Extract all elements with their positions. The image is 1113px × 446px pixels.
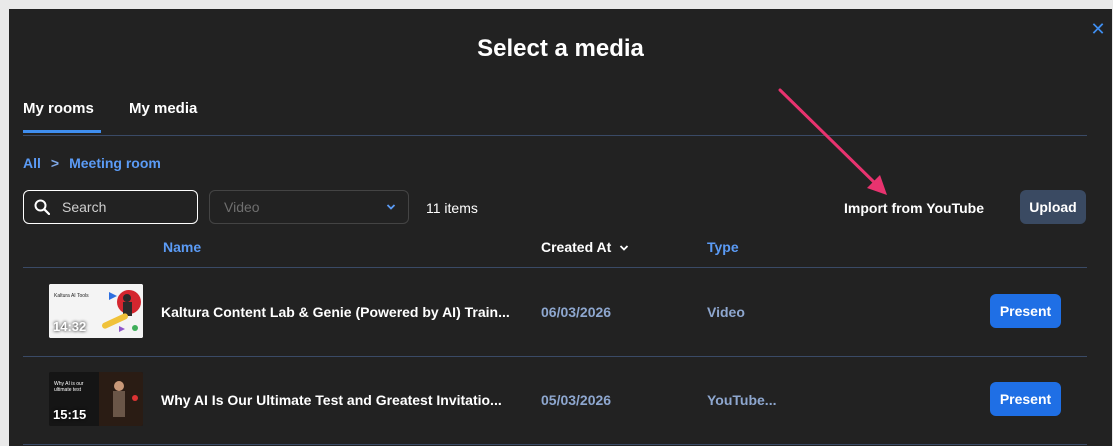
present-button[interactable]: Present xyxy=(990,382,1061,416)
created-at: 06/03/2026 xyxy=(541,304,612,320)
duration-badge: 14:32 xyxy=(53,319,87,334)
select-media-modal: Select a media ✕ My rooms My media All >… xyxy=(9,9,1112,446)
breadcrumb: All > Meeting room xyxy=(23,155,161,171)
thumbnail-caption: Why AI is our ultimate test xyxy=(54,381,84,393)
column-header-created-at[interactable]: Created At xyxy=(541,239,629,255)
search-icon xyxy=(34,199,50,215)
breadcrumb-separator: > xyxy=(50,155,60,171)
column-header-name[interactable]: Name xyxy=(163,239,201,255)
media-type: YouTube... xyxy=(707,392,777,408)
video-thumbnail: Why AI is our ultimate test 15:15 xyxy=(49,372,143,426)
tab-my-media[interactable]: My media xyxy=(129,99,209,133)
duration-badge: 15:15 xyxy=(53,407,87,422)
tab-bar: My rooms My media xyxy=(23,99,1087,136)
import-from-youtube-button[interactable]: Import from YouTube xyxy=(844,200,984,216)
thumbnail-caption: Kaltura AI Tools xyxy=(54,293,89,299)
table-header: Name Created At Type xyxy=(23,239,1087,268)
column-header-type[interactable]: Type xyxy=(707,239,739,255)
tab-my-rooms[interactable]: My rooms xyxy=(23,99,101,133)
created-at: 05/03/2026 xyxy=(541,392,612,408)
item-count: 11 items xyxy=(426,200,478,216)
modal-title: Select a media xyxy=(477,35,644,62)
close-icon[interactable]: ✕ xyxy=(1090,20,1106,38)
media-name: Why AI Is Our Ultimate Test and Greatest… xyxy=(161,392,502,408)
table-row[interactable]: Kaltura AI Tools 14:32 Kaltura Content L… xyxy=(23,268,1087,357)
present-button[interactable]: Present xyxy=(990,294,1061,328)
breadcrumb-all[interactable]: All xyxy=(23,155,41,171)
media-type: Video xyxy=(707,304,745,320)
media-name: Kaltura Content Lab & Genie (Powered by … xyxy=(161,304,510,320)
media-type-select[interactable]: Video xyxy=(209,190,409,224)
breadcrumb-meeting-room[interactable]: Meeting room xyxy=(69,155,161,171)
media-type-value: Video xyxy=(224,199,260,215)
chevron-down-icon xyxy=(386,204,396,210)
chevron-down-icon xyxy=(620,245,629,251)
upload-button[interactable]: Upload xyxy=(1020,190,1086,224)
video-thumbnail: Kaltura AI Tools 14:32 xyxy=(49,284,143,338)
search-input[interactable] xyxy=(60,198,184,216)
table-row[interactable]: Why AI is our ultimate test 15:15 Why AI… xyxy=(23,356,1087,445)
search-box[interactable] xyxy=(23,190,198,224)
created-at-label: Created At xyxy=(541,239,612,255)
